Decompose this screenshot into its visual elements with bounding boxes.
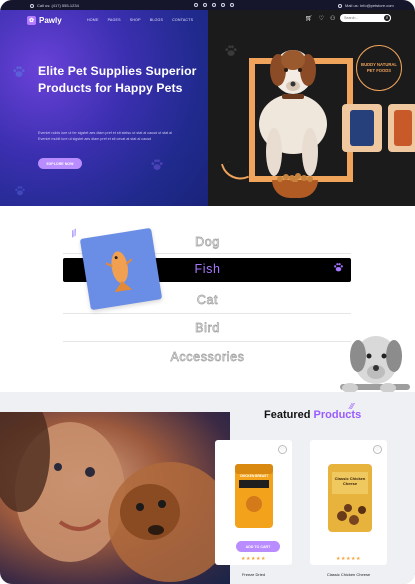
nav-contacts[interactable]: CONTACTS [172,18,193,22]
product-bag-image [342,104,382,152]
main-nav: HOME PAGES SHOP BLOGS CONTACTS [87,18,193,22]
divider [63,341,351,342]
pinterest-icon[interactable] [230,3,234,7]
hero-right-panel: 🛒︎ ♡ ⚇ ⌕ BUDDY NATURAL PET FOODS [208,10,415,206]
featured-title-main: Featured [264,409,311,421]
divider [63,313,351,314]
hero-title: Elite Pet Supplies Superior Products for… [38,64,197,95]
social-links [194,3,234,7]
email-text: Mail us: Info@petstore.com [345,3,394,8]
hero-left-panel: ✿ Pawly HOME PAGES SHOP BLOGS CONTACTS E… [0,10,208,206]
featured-section: Featured Products ⁄⁄⁄ ♡ CHICKEN BREAST A… [0,392,415,584]
product-bag-image [328,464,372,532]
paw-decoration-icon [225,45,237,56]
fish-category-image [79,227,163,311]
phone-text: Call us: (417) 555-1234 [37,3,79,8]
paw-decoration-icon [15,186,25,196]
product-bag-label: Classic Chicken Cheese [334,476,366,486]
food-bowl-image [272,173,318,198]
mail-icon [338,3,342,8]
top-bar: Call us: (417) 555-1234 Mail us: Info@pe… [0,0,415,10]
buddy-badge: BUDDY NATURAL PET FOODS [356,45,402,91]
user-icon[interactable]: ⚇ [330,15,335,22]
nav-home[interactable]: HOME [87,18,99,22]
header-icons: 🛒︎ ♡ ⚇ [305,15,335,22]
brand-logo[interactable]: ✿ Pawly [27,16,62,25]
buddy-badge-text: BUDDY NATURAL PET FOODS [361,62,397,73]
category-section: Dog Fish Cat Bird Accessories ⁄⁄⁄ [0,206,415,393]
nav-blogs[interactable]: BLOGS [150,18,163,22]
product-card[interactable]: ♡ CHICKEN BREAST ADD TO CART ★★★★★ [215,440,292,565]
product-bag-label: CHICKEN BREAST [239,474,269,478]
woman-with-dog-photo [0,412,230,584]
brand-name: Pawly [39,16,62,25]
sparkle-icon: ⁄⁄⁄ [350,402,355,411]
add-to-cart-button[interactable]: ADD TO CART [236,541,280,552]
featured-title-accent: Products [313,409,362,421]
paw-decoration-icon [151,159,163,170]
product-card[interactable]: ♡ Classic Chicken Cheese ★★★★★ [310,440,387,565]
top-bar-phone[interactable]: Call us: (417) 555-1234 [30,3,79,8]
product-name[interactable]: Classic Chicken Cheese [310,572,387,577]
facebook-icon[interactable] [194,3,198,7]
product-bag-image [388,104,415,152]
paw-logo-icon: ✿ [27,16,36,25]
x-icon[interactable] [203,3,207,7]
paw-decoration-icon [13,66,25,77]
instagram-icon[interactable] [212,3,216,7]
page-frame: Call us: (417) 555-1234 Mail us: Info@pe… [0,0,415,584]
rating-stars: ★★★★★ [241,556,266,562]
category-dog[interactable]: Dog [0,235,415,250]
category-cat[interactable]: Cat [0,293,415,308]
youtube-icon[interactable] [221,3,225,7]
phone-icon [30,3,34,8]
paw-icon [334,263,343,272]
featured-title: Featured Products [264,409,361,421]
heart-icon[interactable]: ♡ [373,445,382,454]
hero-description: Eveniet nobis iure ut fer sigstet aes di… [38,131,173,142]
cart-icon[interactable]: 🛒︎ [305,15,313,22]
nav-shop[interactable]: SHOP [130,18,141,22]
top-bar-email[interactable]: Mail us: Info@petstore.com [338,3,394,8]
search-icon[interactable]: ⌕ [383,14,391,22]
heart-icon[interactable]: ♡ [319,15,324,22]
category-fish[interactable]: Fish [0,262,415,276]
fish-icon [105,251,133,293]
product-bag-image [235,464,273,528]
product-name[interactable]: Freeze Dried [215,572,292,577]
heart-icon[interactable]: ♡ [278,445,287,454]
dog-image [259,50,327,176]
explore-now-button[interactable]: EXPLORE NOW [38,158,82,169]
nav-pages[interactable]: PAGES [108,18,121,22]
rating-stars: ★★★★★ [336,556,361,562]
